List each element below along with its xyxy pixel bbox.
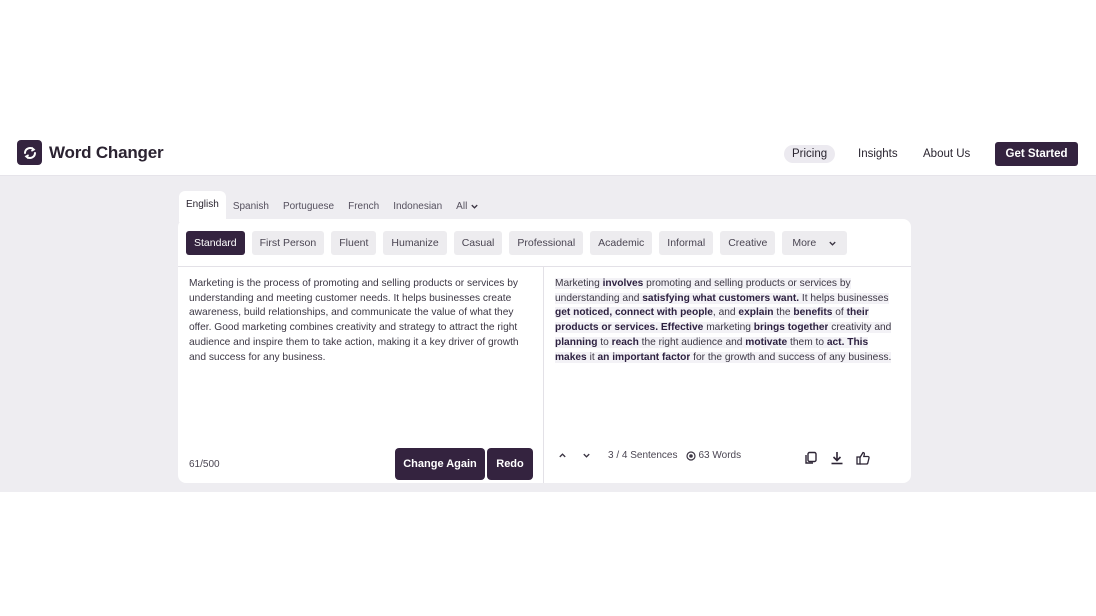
lang-all-label: All (456, 201, 468, 212)
output-segment: , and (712, 307, 739, 319)
output-segment: the right audience and (638, 336, 746, 348)
divider (178, 266, 911, 267)
eye-icon (685, 450, 696, 461)
chevron-up-icon[interactable] (555, 451, 569, 460)
word-count-label: 63 Words (698, 450, 742, 461)
change-again-button[interactable]: Change Again (395, 448, 485, 480)
nav-about-us[interactable]: About Us (923, 148, 970, 160)
nav-pricing[interactable]: Pricing (784, 145, 836, 163)
top-navbar: Word Changer Pricing Insights About Us G… (0, 135, 1096, 176)
changed-phrase[interactable]: satisfying what customers want. (642, 292, 800, 304)
mode-humanize[interactable]: Humanize (383, 231, 447, 255)
chevron-down-icon (471, 204, 478, 209)
output-segment: the (773, 307, 794, 319)
language-tabs: English Spanish Portuguese French Indone… (179, 191, 486, 222)
chevron-down-icon (829, 241, 836, 246)
logo[interactable]: Word Changer (17, 140, 164, 165)
logo-icon (17, 140, 42, 165)
mode-professional[interactable]: Professional (509, 231, 584, 255)
paraphraser-card: Standard First Person Fluent Humanize Ca… (178, 219, 911, 483)
changed-phrase[interactable]: explain (738, 307, 774, 319)
changed-phrase[interactable]: brings together (753, 322, 829, 334)
changed-phrase[interactable]: planning (555, 336, 598, 348)
lang-tab-spanish[interactable]: Spanish (226, 193, 276, 220)
changed-phrase[interactable]: an important factor (597, 351, 691, 363)
output-footer: 3 / 4 Sentences 63 Words (555, 450, 741, 461)
lang-tab-portuguese[interactable]: Portuguese (276, 193, 341, 220)
lang-tab-all[interactable]: All (449, 193, 486, 220)
lang-tab-indonesian[interactable]: Indonesian (386, 193, 449, 220)
mode-more-label: More (792, 237, 817, 249)
mode-standard[interactable]: Standard (186, 231, 245, 255)
changed-phrase[interactable]: involves (602, 278, 644, 289)
changed-phrase[interactable]: motivate (745, 336, 788, 348)
output-segment: It helps businesses (799, 292, 889, 304)
redo-button[interactable]: Redo (487, 448, 533, 480)
output-segment: them to (787, 336, 827, 348)
nav-insights[interactable]: Insights (858, 148, 898, 160)
mode-first-person[interactable]: First Person (251, 231, 325, 255)
mode-fluent[interactable]: Fluent (331, 231, 377, 255)
lang-tab-french[interactable]: French (341, 193, 386, 220)
changed-phrase[interactable]: get noticed, connect with people (555, 307, 713, 319)
word-counter: 61/500 (189, 459, 220, 470)
sentence-count: 3 / 4 Sentences (608, 450, 678, 461)
changed-phrase[interactable]: benefits (793, 307, 833, 319)
lang-tab-english[interactable]: English (179, 191, 226, 222)
mode-informal[interactable]: Informal (659, 231, 714, 255)
download-icon[interactable] (828, 449, 846, 467)
mode-casual[interactable]: Casual (453, 231, 503, 255)
copy-icon[interactable] (802, 449, 820, 467)
output-segment: marketing (703, 322, 754, 334)
divider (543, 267, 544, 483)
mode-creative[interactable]: Creative (720, 231, 776, 255)
output-actions (802, 449, 872, 467)
output-segment: Marketing (555, 278, 603, 289)
output-segment: it (586, 351, 598, 363)
output-segment: of (832, 307, 847, 319)
changed-phrase[interactable]: reach (611, 336, 639, 348)
output-segment: creativity and (828, 322, 892, 334)
output-text: Marketing involves promoting and selling… (555, 277, 900, 365)
chevron-down-icon[interactable] (579, 451, 593, 460)
thumbs-up-icon[interactable] (854, 449, 872, 467)
mode-more-dropdown[interactable]: More (782, 231, 848, 255)
mode-academic[interactable]: Academic (590, 231, 653, 255)
input-textarea[interactable]: Marketing is the process of promoting an… (189, 277, 531, 365)
logo-text: Word Changer (49, 142, 164, 162)
output-segment: to (597, 336, 612, 348)
output-segment: for the growth and success of any busine… (690, 351, 892, 363)
word-count: 63 Words (685, 450, 742, 461)
get-started-button[interactable]: Get Started (995, 142, 1078, 166)
mode-selector: Standard First Person Fluent Humanize Ca… (186, 231, 848, 255)
